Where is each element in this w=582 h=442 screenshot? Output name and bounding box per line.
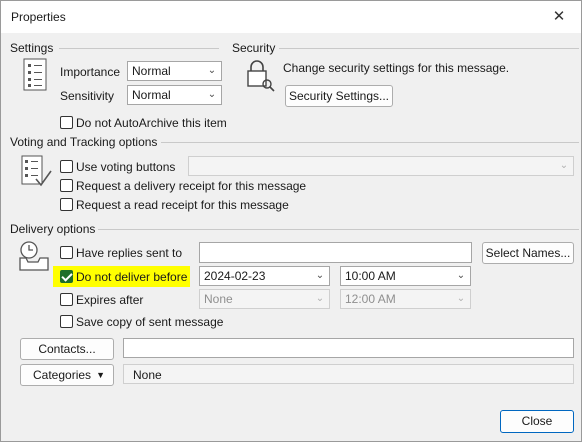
have-replies-checkbox[interactable] [60, 246, 73, 259]
deliver-before-checkbox[interactable] [60, 270, 73, 283]
settings-list-icon [23, 58, 47, 91]
dialog-title: Properties [11, 10, 66, 24]
settings-group-label: Settings [10, 41, 54, 55]
delivery-receipt-label[interactable]: Request a delivery receipt for this mess… [76, 179, 306, 193]
delivery-group-label: Delivery options [10, 222, 96, 236]
importance-label: Importance [60, 65, 121, 79]
chevron-down-icon: ⌄ [315, 270, 325, 281]
chevron-down-icon: ⌄ [207, 65, 217, 76]
title-bar: Properties ✕ [1, 1, 581, 33]
delivery-receipt-checkbox[interactable] [60, 179, 73, 192]
importance-value: Normal [132, 64, 171, 78]
deliver-before-label[interactable]: Do not deliver before [76, 270, 187, 284]
lock-key-icon [247, 60, 275, 92]
categories-button[interactable]: Categories ▼ [20, 364, 114, 386]
autoarchive-label[interactable]: Do not AutoArchive this item [76, 116, 227, 130]
expires-time-select: 12:00 AM ⌄ [340, 289, 471, 309]
deliver-date-select[interactable]: 2024-02-23 ⌄ [199, 266, 330, 286]
chevron-down-icon: ⌄ [315, 293, 325, 304]
expires-date-select: None ⌄ [199, 289, 330, 309]
use-voting-checkbox[interactable] [60, 160, 73, 173]
have-replies-label[interactable]: Have replies sent to [76, 246, 182, 260]
clock-inbox-icon [19, 241, 49, 271]
expires-date-value: None [204, 292, 233, 306]
importance-select[interactable]: Normal ⌄ [127, 61, 222, 81]
security-description: Change security settings for this messag… [283, 61, 510, 75]
read-receipt-label[interactable]: Request a read receipt for this message [76, 198, 289, 212]
sensitivity-select[interactable]: Normal ⌄ [127, 85, 222, 105]
deliver-time-value: 10:00 AM [345, 269, 396, 283]
chevron-down-icon: ⌄ [559, 160, 569, 171]
expires-after-label[interactable]: Expires after [76, 293, 143, 307]
chevron-down-icon: ⌄ [207, 89, 217, 100]
use-voting-label[interactable]: Use voting buttons [76, 160, 175, 174]
voting-group-label: Voting and Tracking options [10, 135, 158, 149]
expires-after-checkbox[interactable] [60, 293, 73, 306]
deliver-time-select[interactable]: 10:00 AM ⌄ [340, 266, 471, 286]
sensitivity-label: Sensitivity [60, 89, 115, 103]
read-receipt-checkbox[interactable] [60, 198, 73, 211]
chevron-down-icon: ⌄ [456, 293, 466, 304]
settings-divider [59, 48, 219, 49]
categories-field: None [123, 364, 574, 384]
select-names-button[interactable]: Select Names... [482, 242, 574, 264]
voting-buttons-select: ⌄ [188, 156, 574, 176]
save-copy-label[interactable]: Save copy of sent message [76, 315, 223, 329]
categories-value: None [133, 368, 162, 382]
deliver-date-value: 2024-02-23 [204, 269, 266, 283]
expires-time-value: 12:00 AM [345, 292, 396, 306]
close-button[interactable]: Close [500, 410, 574, 433]
close-window-icon[interactable]: ✕ [545, 4, 573, 30]
security-settings-button[interactable]: Security Settings... [285, 85, 393, 107]
replies-to-input[interactable] [199, 242, 472, 263]
chevron-down-icon: ⌄ [456, 270, 466, 281]
contacts-button[interactable]: Contacts... [20, 338, 114, 360]
sensitivity-value: Normal [132, 88, 171, 102]
security-divider [279, 48, 579, 49]
security-group-label: Security [232, 41, 276, 55]
contacts-input[interactable] [123, 338, 574, 358]
properties-dialog: Properties ✕ Settings Importance Normal … [0, 0, 582, 442]
delivery-divider [98, 229, 579, 230]
save-copy-checkbox[interactable] [60, 315, 73, 328]
caret-down-icon: ▼ [96, 370, 105, 380]
voting-divider [161, 142, 579, 143]
autoarchive-checkbox[interactable] [60, 116, 73, 129]
categories-label: Categories [33, 368, 92, 382]
voting-checklist-icon [21, 155, 52, 187]
